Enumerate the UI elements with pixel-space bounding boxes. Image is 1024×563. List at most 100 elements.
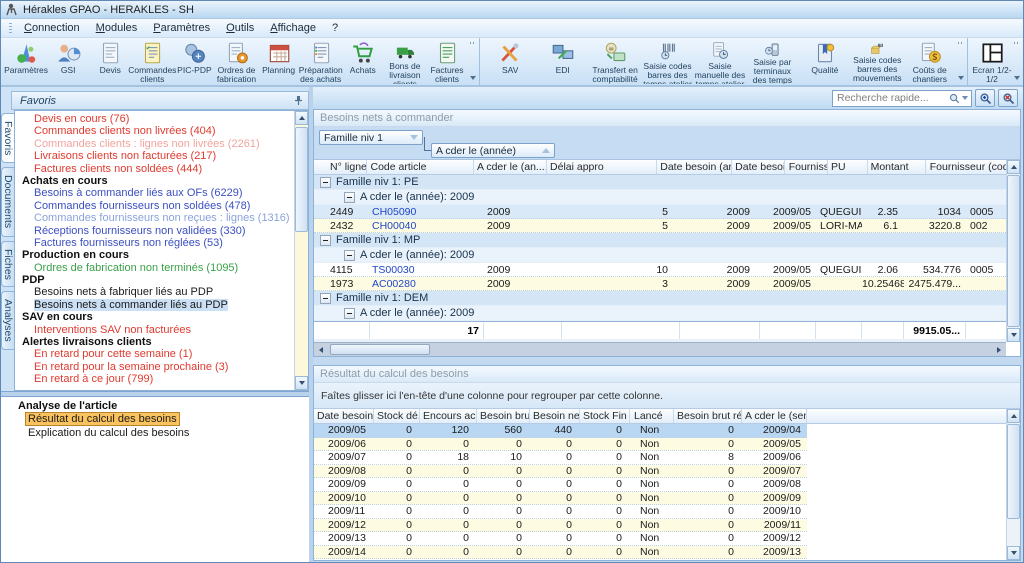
table-row[interactable]: 4115 TS00030 2009 10 2009 2009/05 QUEGUIN... 2.… (314, 263, 1006, 277)
sidebar-item-besoins-commander-ofs[interactable]: Besoins à commander liés aux OFs (6229) (15, 187, 294, 199)
sidebar-item-cmd-fournisseurs-non-soldees[interactable]: Commandes fournisseurs non soldées (478) (15, 200, 294, 212)
sidebar-scrollbar[interactable] (294, 111, 308, 390)
column-header-lance[interactable]: Lancé (630, 409, 674, 423)
top-table-hscrollbar[interactable] (314, 342, 1006, 356)
toolbar-button-commandes-clients[interactable]: Commandes clients (128, 39, 176, 84)
toolbar-button-gsi[interactable]: GSI (47, 39, 89, 84)
table-row[interactable]: 2009/12 0 0 0 0 0 Non 0 2009/11 (314, 518, 807, 532)
toolbar-button-devis[interactable]: Devis (89, 39, 131, 84)
collapse-icon[interactable] (320, 292, 331, 304)
column-header-besoin-brut[interactable]: Besoin brut (477, 409, 530, 423)
top-table-vscrollbar[interactable] (1006, 160, 1020, 342)
table-row[interactable]: 2009/05 0 120 560 440 0 Non 0 2009/04 (314, 424, 807, 438)
toolbar-button-qualite[interactable]: Qualité (799, 39, 851, 84)
toolbar-button-pic-pdp[interactable]: PIC-PDP (173, 39, 215, 84)
search-input[interactable] (837, 92, 947, 104)
scroll-down-button[interactable] (1007, 328, 1020, 342)
sidebar-item-factures-fournisseurs-non-reglees[interactable]: Factures fournisseurs non réglées (53) (15, 237, 294, 249)
analysis-item-explication[interactable]: Explication du calcul des besoins (1, 427, 309, 441)
scroll-up-button[interactable] (1007, 160, 1020, 174)
sidebar-item-besoins-fabriquer-pdp[interactable]: Besoins nets à fabriquer liés au PDP (15, 286, 294, 298)
toolbar-button-preparation-achats[interactable]: Préparation des achats (299, 39, 343, 84)
group-by-famille-button[interactable]: Famille niv 1 (319, 130, 423, 145)
table-row[interactable]: 2449 CH05090 2009 5 2009 2009/05 QUEGUIN... 2.3… (314, 205, 1006, 219)
sidebar-item-commandes-non-livrees[interactable]: Commandes clients non livrées (404) (15, 125, 294, 137)
tab-documents[interactable]: Documents (1, 167, 14, 237)
toolbar-button-saisie-cb-temps[interactable]: Saisie codes barres des temps atelier (641, 39, 693, 84)
group-by-area[interactable]: Famille niv 1 A cder le (année) (314, 127, 1020, 160)
sidebar-item-livraisons-non-facturees[interactable]: Livraisons clients non facturées (217) (15, 150, 294, 162)
toolbar-button-ecran-split[interactable]: Ecran 1/2-1/2 (972, 39, 1012, 84)
sidebar-item-devis-en-cours[interactable]: Devis en cours (76) (15, 113, 294, 125)
toolbar-button-saisie-manuelle-temps[interactable]: Saisie manuelle des temps atelier (694, 39, 746, 84)
toolbar-button-edi[interactable]: EDI (536, 39, 588, 84)
scrollbar-thumb[interactable] (1007, 175, 1020, 327)
column-header-pu[interactable]: PU (828, 160, 868, 174)
table-row[interactable]: 2009/07 0 18 10 0 0 Non 8 2009/06 (314, 451, 807, 465)
tab-favoris[interactable]: Favoris (1, 113, 14, 164)
collapse-icon[interactable] (320, 234, 331, 246)
search-add-button[interactable] (975, 89, 995, 107)
group-row-famille-dem[interactable]: Famille niv 1: DEM (314, 291, 1006, 306)
column-header-no-ligne[interactable]: N° ligne (314, 160, 368, 174)
table-row[interactable]: 2009/06 0 0 0 0 0 Non 0 2009/05 (314, 437, 807, 451)
sidebar-item-of-non-termines[interactable]: Ordres de fabrication non terminés (1095… (15, 262, 294, 274)
sidebar-item-cmd-fournisseurs-non-recues[interactable]: Commandes fournisseurs non reçues : lign… (15, 212, 294, 224)
group-by-hint-bar[interactable]: Faîtes glisser ici l'en-tête d'une colon… (314, 383, 1020, 409)
group-row-famille-mp[interactable]: Famille niv 1: MP (314, 233, 1006, 248)
toolbar-overflow-button[interactable] (956, 39, 966, 84)
menu-affichage[interactable]: Affichage (263, 20, 323, 36)
column-header-date-besoin[interactable]: Date besoi... (732, 160, 785, 174)
collapse-icon[interactable] (344, 249, 355, 261)
toolbar-overflow-button[interactable] (1012, 39, 1022, 84)
sidebar-item-retard-semaine-prochaine[interactable]: En retard pour la semaine prochaine (3) (15, 361, 294, 373)
toolbar-button-ordres-fabrication[interactable]: Ordres de fabrication (215, 39, 257, 84)
toolbar-button-sav[interactable]: SAV (484, 39, 536, 84)
group-by-acderle-button[interactable]: A cder le (année) (431, 143, 555, 158)
column-header-date-besoin-an[interactable]: Date besoin (an... (657, 160, 733, 174)
search-icon[interactable] (949, 93, 960, 104)
tab-fiches[interactable]: Fiches (1, 240, 14, 288)
scroll-left-button[interactable] (314, 343, 328, 356)
toolbar-button-saisie-cb-stock[interactable]: Saisie codes barres des mouvements de st… (851, 39, 903, 84)
toolbar-button-achats[interactable]: Achats (342, 39, 384, 84)
scroll-down-button[interactable] (295, 376, 308, 390)
menu-help[interactable]: ? (325, 20, 345, 36)
sidebar-item-receptions-non-validees[interactable]: Réceptions fournisseurs non validées (33… (15, 225, 294, 237)
scroll-right-button[interactable] (992, 343, 1006, 356)
subgroup-row-mp-2009[interactable]: A cder le (année): 2009 (314, 248, 1006, 263)
collapse-icon[interactable] (344, 191, 355, 203)
column-header-stock-debut[interactable]: Stock dé... (374, 409, 420, 423)
toolbar-button-factures-clients[interactable]: Factures clients (426, 39, 468, 84)
table-row[interactable]: 1973 AC00280 2009 3 2009 2009/05 10.25468 2475.… (314, 277, 1006, 291)
column-header-code-article[interactable]: Code article (367, 160, 474, 174)
toolbar-button-planning[interactable]: Planning (258, 39, 300, 84)
search-clear-button[interactable] (998, 89, 1018, 107)
search-options-caret-icon[interactable] (962, 96, 968, 100)
table-row[interactable]: 2009/10 0 0 0 0 0 Non 0 2009/09 (314, 491, 807, 505)
column-header-fournisseur-code[interactable]: Fournisseur (cod (926, 160, 1006, 174)
table-row[interactable]: 2009/13 0 0 0 0 0 Non 0 2009/12 (314, 532, 807, 546)
sidebar-item-lignes-non-livrees[interactable]: Commandes clients : lignes non livrées (… (15, 138, 294, 150)
analysis-item-resultat[interactable]: Résultat du calcul des besoins (1, 412, 309, 427)
column-header-date-besoin-sem[interactable]: Date besoin (s... (314, 409, 374, 423)
column-header-fournisseur[interactable]: Fournisse... (785, 160, 829, 174)
scrollbar-thumb[interactable] (330, 344, 430, 355)
scroll-up-button[interactable] (1007, 409, 1020, 423)
toolbar-button-parametres[interactable]: Paramètres (4, 39, 48, 84)
scrollbar-thumb[interactable] (1007, 424, 1020, 519)
group-row-famille-pe[interactable]: Famille niv 1: PE (314, 175, 1006, 190)
sidebar-item-interventions-sav[interactable]: Interventions SAV non facturées (15, 324, 294, 336)
table-row[interactable]: 2009/11 0 0 0 0 0 Non 0 2009/10 (314, 505, 807, 519)
column-header-stock-fin[interactable]: Stock Fin (580, 409, 630, 423)
toolbar-button-bons-livraison[interactable]: Bons de livraison clients (384, 39, 426, 84)
menu-parametres[interactable]: Paramètres (146, 20, 217, 36)
scroll-up-button[interactable] (295, 111, 308, 125)
table-row[interactable]: 2009/1500000Non02009/14 (314, 559, 807, 560)
subgroup-row-dem-2009[interactable]: A cder le (année): 2009 (314, 306, 1006, 321)
column-header-besoin-net[interactable]: Besoin net (530, 409, 580, 423)
menu-connection[interactable]: Connection (17, 20, 87, 36)
column-header-a-cder-le-sem[interactable]: A cder le (sem... (742, 409, 807, 423)
subgroup-row-pe-2009[interactable]: A cder le (année): 2009 (314, 190, 1006, 205)
table-row[interactable]: 2432 CH00040 2009 5 2009 2009/05 LORI-MA... 6.1… (314, 219, 1006, 233)
